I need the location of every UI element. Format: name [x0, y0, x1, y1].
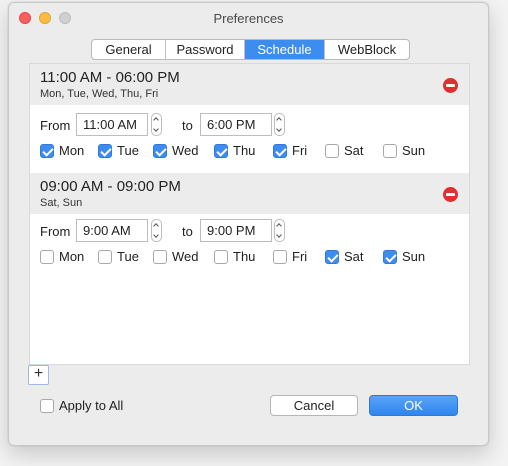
remove-schedule-button[interactable] [443, 78, 458, 93]
checkbox-box [214, 250, 228, 264]
from-label: From [40, 224, 71, 239]
to-time-stepper[interactable] [274, 219, 285, 242]
ok-button[interactable]: OK [369, 395, 458, 416]
title-bar[interactable]: Preferences [9, 3, 488, 33]
checkbox-box [325, 250, 339, 264]
tab-schedule[interactable]: Schedule [245, 40, 325, 59]
checkbox-box [40, 399, 54, 413]
checkbox-box [325, 144, 339, 158]
checkbox-box [40, 144, 54, 158]
checkbox-box [214, 144, 228, 158]
schedule-days-summary: Sat, Sun [40, 197, 83, 209]
to-label: to [182, 118, 193, 133]
schedule-time-range: 11:00 AM - 06:00 PM [40, 69, 180, 86]
from-time-field[interactable]: 11:00 AM [76, 113, 148, 136]
checkbox-label: Sat [344, 249, 364, 264]
checkbox-label: Thu [233, 249, 256, 264]
schedule-time-range: 09:00 AM - 09:00 PM [40, 178, 181, 195]
checkbox-label: Wed [172, 249, 199, 264]
checkbox-box [273, 144, 287, 158]
preferences-window: Preferences General Password Schedule We… [8, 2, 489, 446]
apply-to-all-label: Apply to All [59, 398, 124, 413]
checkbox-label: Sun [402, 249, 426, 264]
schedule-header: 11:00 AM - 06:00 PM Mon, Tue, Wed, Thu, … [30, 64, 469, 105]
checkbox-box [153, 250, 167, 264]
tab-bar: General Password Schedule WebBlock [91, 39, 410, 60]
add-schedule-button[interactable]: + [28, 365, 49, 385]
from-time-stepper[interactable] [151, 219, 162, 242]
from-label: From [40, 118, 71, 133]
checkbox-label: Wed [172, 143, 199, 158]
checkbox-box [383, 144, 397, 158]
checkbox-label: Mon [59, 249, 85, 264]
to-time-field[interactable]: 6:00 PM [200, 113, 272, 136]
checkbox-label: Mon [59, 143, 85, 158]
checkbox-label: Sat [344, 143, 364, 158]
window-title: Preferences [213, 11, 284, 26]
tab-password[interactable]: Password [166, 40, 245, 59]
checkbox-box [273, 250, 287, 264]
schedule-days-summary: Mon, Tue, Wed, Thu, Fri [40, 88, 159, 100]
checkbox-box [153, 144, 167, 158]
checkbox-label: Thu [233, 143, 256, 158]
to-time-stepper[interactable] [274, 113, 285, 136]
checkbox-box [98, 250, 112, 264]
tab-webblock[interactable]: WebBlock [325, 40, 409, 59]
tab-general[interactable]: General [92, 40, 166, 59]
to-time-field[interactable]: 9:00 PM [200, 219, 272, 242]
checkbox-label: Sun [402, 143, 426, 158]
checkbox-label: Fri [292, 249, 308, 264]
checkbox-box [383, 250, 397, 264]
checkbox-label: Fri [292, 143, 308, 158]
checkbox-label: Tue [117, 249, 139, 264]
checkbox-label: Tue [117, 143, 139, 158]
remove-schedule-button[interactable] [443, 187, 458, 202]
from-time-stepper[interactable] [151, 113, 162, 136]
checkbox-box [40, 250, 54, 264]
to-label: to [182, 224, 193, 239]
from-time-field[interactable]: 9:00 AM [76, 219, 148, 242]
schedule-list: 11:00 AM - 06:00 PM Mon, Tue, Wed, Thu, … [29, 63, 470, 365]
schedule-header: 09:00 AM - 09:00 PM Sat, Sun [30, 173, 469, 214]
checkbox-box [98, 144, 112, 158]
cancel-button[interactable]: Cancel [270, 395, 358, 416]
